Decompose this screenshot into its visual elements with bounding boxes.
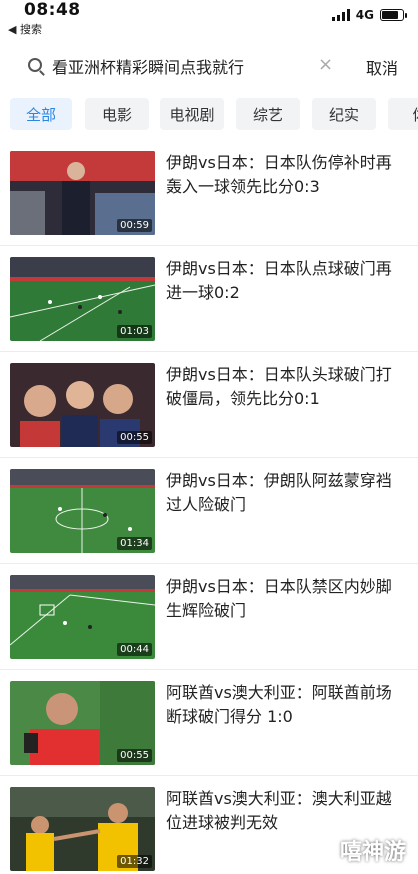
signal-icon xyxy=(331,9,350,21)
video-title[interactable]: 伊朗vs日本：伊朗队阿兹蒙穿裆过人险破门 xyxy=(166,469,396,517)
video-title[interactable]: 阿联酋vs澳大利亚：阿联酋前场断球破门得分 1:0 xyxy=(166,681,396,729)
video-duration: 00:59 xyxy=(117,219,152,232)
tab-all[interactable]: 全部 xyxy=(10,98,72,130)
cancel-button[interactable]: 取消 xyxy=(366,55,398,79)
video-result-item[interactable]: 00:55 阿联酋vs澳大利亚：阿联酋前场断球破门得分 1:0 xyxy=(0,670,418,776)
video-duration: 00:55 xyxy=(117,431,152,444)
video-result-item[interactable]: 00:59 伊朗vs日本：日本队伤停补时再轰入一球领先比分0:3 xyxy=(0,140,418,246)
video-thumbnail[interactable]: 00:44 xyxy=(10,575,155,659)
tab-tv-series[interactable]: 电视剧 xyxy=(160,98,224,130)
video-thumbnail[interactable]: 00:59 xyxy=(10,151,155,235)
tab-variety[interactable]: 综艺 xyxy=(236,98,300,130)
status-bar: 08:48 ◀ 搜索 4G xyxy=(0,0,418,42)
search-bar: × 取消 xyxy=(0,42,418,90)
video-duration: 01:34 xyxy=(117,537,152,550)
video-thumbnail[interactable]: 00:55 xyxy=(10,681,155,765)
watermark-logo: 嘻神游 xyxy=(339,840,406,865)
status-indicators: 4G xyxy=(331,8,407,22)
tab-sports[interactable]: 体 xyxy=(388,98,418,130)
category-tabs: 全部 电影 电视剧 综艺 纪实 体 xyxy=(0,96,418,136)
video-result-item[interactable]: 01:03 伊朗vs日本：日本队点球破门再进一球0:2 xyxy=(0,246,418,352)
battery-icon xyxy=(380,9,407,21)
status-time: 08:48 xyxy=(24,0,81,20)
video-duration: 00:44 xyxy=(117,643,152,656)
video-title[interactable]: 伊朗vs日本：日本队伤停补时再轰入一球领先比分0:3 xyxy=(166,151,396,199)
video-thumbnail[interactable]: 01:03 xyxy=(10,257,155,341)
video-duration: 01:03 xyxy=(117,325,152,338)
video-result-item[interactable]: 00:55 伊朗vs日本：日本队头球破门打破僵局，领先比分0:1 xyxy=(0,352,418,458)
video-result-item[interactable]: 00:44 伊朗vs日本：日本队禁区内妙脚生辉险破门 xyxy=(0,564,418,670)
search-input[interactable] xyxy=(52,54,302,78)
video-title[interactable]: 伊朗vs日本：日本队点球破门再进一球0:2 xyxy=(166,257,396,305)
close-icon[interactable]: × xyxy=(318,55,333,75)
video-thumbnail[interactable]: 00:55 xyxy=(10,363,155,447)
search-icon xyxy=(28,58,42,72)
video-duration: 00:55 xyxy=(117,749,152,762)
video-duration: 01:32 xyxy=(117,855,152,868)
video-title[interactable]: 阿联酋vs澳大利亚：澳大利亚越位进球被判无效 xyxy=(166,787,396,835)
video-result-item[interactable]: 01:34 伊朗vs日本：伊朗队阿兹蒙穿裆过人险破门 xyxy=(0,458,418,564)
tab-movies[interactable]: 电影 xyxy=(85,98,149,130)
back-to-search-link[interactable]: ◀ 搜索 xyxy=(8,21,42,37)
video-title[interactable]: 伊朗vs日本：日本队头球破门打破僵局，领先比分0:1 xyxy=(166,363,396,411)
video-title[interactable]: 伊朗vs日本：日本队禁区内妙脚生辉险破门 xyxy=(166,575,396,623)
video-thumbnail[interactable]: 01:34 xyxy=(10,469,155,553)
video-thumbnail[interactable]: 01:32 xyxy=(10,787,155,871)
network-type: 4G xyxy=(355,8,374,22)
tab-documentary[interactable]: 纪实 xyxy=(312,98,376,130)
